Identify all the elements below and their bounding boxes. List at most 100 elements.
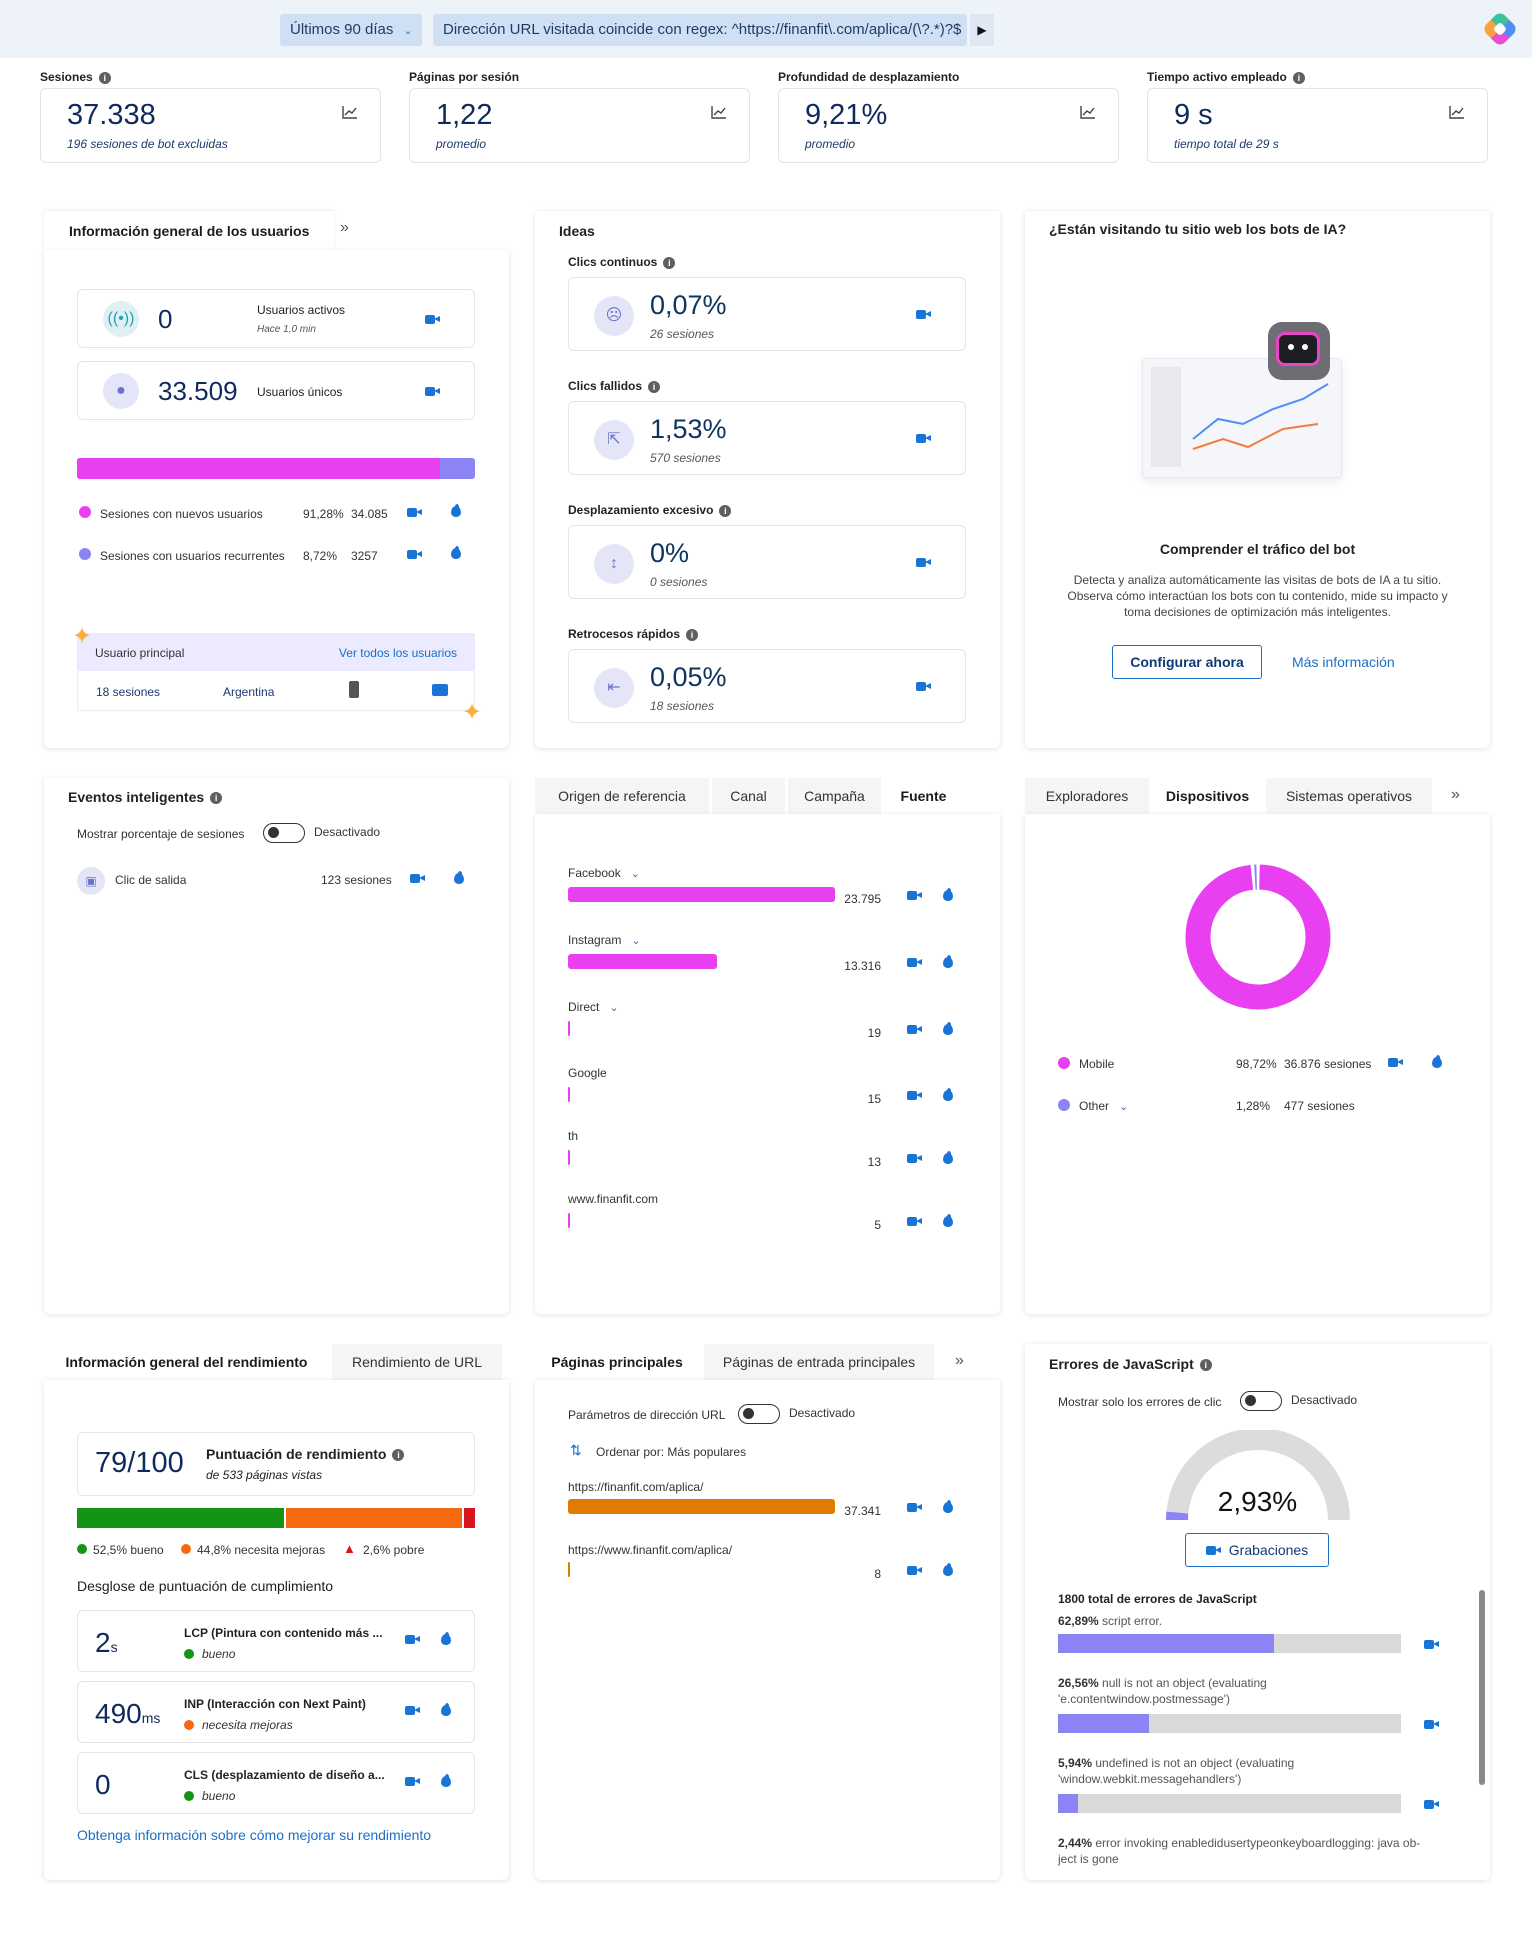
learn-more-link[interactable]: Más información — [1292, 654, 1395, 670]
tab-pages-0[interactable]: Páginas principales — [535, 1344, 699, 1380]
tab-performance-1[interactable]: Rendimiento de URL — [332, 1344, 502, 1380]
tab-users-overview[interactable]: Información general de los usuarios — [44, 211, 335, 251]
info-icon[interactable]: i — [392, 1449, 405, 1462]
heatmap-icon[interactable] — [942, 1088, 953, 1102]
heatmap-icon[interactable] — [450, 546, 461, 560]
metric-card[interactable]: 9 s tiempo total de 29 s — [1147, 88, 1488, 163]
double-chevron-right-icon[interactable]: » — [1451, 786, 1460, 804]
tab-referrer-1[interactable]: Canal — [712, 778, 785, 814]
recording-icon[interactable] — [1424, 1799, 1439, 1810]
heatmap-icon[interactable] — [942, 1022, 953, 1036]
recording-icon[interactable] — [407, 549, 422, 560]
active-users-card[interactable]: ((•)) 0 Usuarios activos Hace 1,0 min — [77, 289, 475, 348]
info-icon[interactable]: i — [1292, 71, 1305, 84]
metric-card[interactable]: 37.338 196 sesiones de bot excluidas — [40, 88, 381, 163]
recording-icon[interactable] — [916, 433, 931, 444]
tab-performance-0[interactable]: Información general del rendimiento — [44, 1344, 329, 1380]
recording-icon[interactable] — [1424, 1639, 1439, 1650]
trend-chart-icon[interactable] — [711, 105, 727, 119]
referrer-name[interactable]: Direct ⌄ — [568, 1000, 619, 1014]
chevron-down-icon[interactable]: ⌄ — [609, 1002, 618, 1014]
device-name[interactable]: Other ⌄ — [1079, 1099, 1128, 1113]
play-icon[interactable]: ▶ — [970, 14, 994, 46]
recording-icon[interactable] — [907, 1216, 922, 1227]
metric-card[interactable]: 9,21% promedio — [778, 88, 1119, 163]
recording-icon[interactable] — [907, 1024, 922, 1035]
trend-chart-icon[interactable] — [1449, 105, 1465, 119]
heatmap-icon[interactable] — [453, 871, 464, 885]
referrer-name[interactable]: Google — [568, 1066, 607, 1080]
idea-card[interactable]: ⇱ 1,53% 570 sesiones — [568, 401, 966, 475]
heatmap-icon[interactable] — [942, 1214, 953, 1228]
recording-icon[interactable] — [916, 309, 931, 320]
trend-chart-icon[interactable] — [342, 105, 358, 119]
recording-icon[interactable] — [405, 1776, 420, 1787]
info-icon[interactable]: i — [719, 504, 732, 517]
heatmap-icon[interactable] — [440, 1774, 451, 1788]
idea-card[interactable]: ↕ 0% 0 sesiones — [568, 525, 966, 599]
tab-device-0[interactable]: Exploradores — [1025, 778, 1149, 814]
tab-device-1[interactable]: Dispositivos — [1152, 778, 1263, 814]
error-message[interactable]: 62,89% script error. — [1058, 1614, 1478, 1629]
double-chevron-right-icon[interactable]: » — [340, 219, 349, 237]
click-errors-toggle[interactable] — [1240, 1391, 1282, 1411]
tab-device-2[interactable]: Sistemas operativos — [1266, 778, 1432, 814]
recording-icon[interactable] — [907, 1502, 922, 1513]
chevron-down-icon[interactable]: ⌄ — [631, 935, 640, 947]
recording-icon[interactable] — [405, 1705, 420, 1716]
info-icon[interactable]: i — [1199, 1359, 1212, 1372]
recording-icon[interactable] — [425, 314, 440, 325]
metric-card[interactable]: 1,22 promedio — [409, 88, 750, 163]
heatmap-icon[interactable] — [1431, 1055, 1442, 1069]
recording-icon[interactable] — [907, 957, 922, 968]
heatmap-icon[interactable] — [942, 1563, 953, 1577]
recording-icon[interactable] — [407, 507, 422, 518]
heatmap-icon[interactable] — [942, 1500, 953, 1514]
scrollbar[interactable] — [1479, 1590, 1485, 1785]
referrer-name[interactable]: Instagram ⌄ — [568, 933, 641, 947]
heatmap-icon[interactable] — [440, 1703, 451, 1717]
page-url[interactable]: https://finanfit.com/aplica/ — [568, 1480, 703, 1494]
vital-card[interactable]: 2s LCP (Pintura con contenido más ... bu… — [77, 1610, 475, 1672]
heatmap-icon[interactable] — [942, 1151, 953, 1165]
referrer-name[interactable]: Facebook ⌄ — [568, 866, 640, 880]
info-icon[interactable]: i — [648, 380, 661, 393]
see-all-users-link[interactable]: Ver todos los usuarios — [339, 646, 457, 660]
heatmap-icon[interactable] — [440, 1632, 451, 1646]
double-chevron-right-icon[interactable]: » — [955, 1352, 964, 1370]
id-card-icon[interactable] — [432, 684, 448, 696]
info-icon[interactable]: i — [210, 792, 223, 805]
referrer-name[interactable]: th — [568, 1129, 578, 1143]
error-message[interactable]: 2,44% error invoking enabledidusertypeon… — [1058, 1836, 1478, 1851]
info-icon[interactable]: i — [663, 256, 676, 269]
top-user-row[interactable]: 18 sesiones Argentina — [77, 671, 475, 711]
tab-referrer-0[interactable]: Origen de referencia — [535, 778, 709, 814]
sort-label[interactable]: Ordenar por: Más populares — [596, 1445, 746, 1459]
chevron-down-icon[interactable]: ⌄ — [1119, 1101, 1128, 1113]
info-icon[interactable]: i — [98, 71, 111, 84]
recording-icon[interactable] — [916, 557, 931, 568]
trend-chart-icon[interactable] — [1080, 105, 1096, 119]
recording-icon[interactable] — [405, 1634, 420, 1645]
copilot-logo-icon[interactable] — [1481, 10, 1519, 48]
recording-icon[interactable] — [425, 386, 440, 397]
recording-icon[interactable] — [1424, 1719, 1439, 1730]
tab-pages-1[interactable]: Páginas de entrada principales — [704, 1344, 934, 1380]
recording-icon[interactable] — [907, 1565, 922, 1576]
recording-icon[interactable] — [907, 890, 922, 901]
heatmap-icon[interactable] — [942, 955, 953, 969]
url-filter-chip[interactable]: Dirección URL visitada coincide con rege… — [433, 14, 967, 46]
error-message[interactable]: 26,56% null is not an object (evaluating — [1058, 1676, 1478, 1691]
date-range-filter[interactable]: Últimos 90 días ⌄ — [280, 14, 422, 46]
recording-icon[interactable] — [1388, 1057, 1403, 1068]
chevron-down-icon[interactable]: ⌄ — [631, 868, 640, 880]
page-url[interactable]: https://www.finanfit.com/aplica/ — [568, 1543, 732, 1557]
device-name[interactable]: Mobile — [1079, 1057, 1114, 1071]
unique-users-card[interactable]: ● 33.509 Usuarios únicos — [77, 361, 475, 420]
heatmap-icon[interactable] — [942, 888, 953, 902]
session-percent-toggle[interactable] — [263, 823, 305, 843]
idea-card[interactable]: ⇤ 0,05% 18 sesiones — [568, 649, 966, 723]
recording-icon[interactable] — [907, 1090, 922, 1101]
improve-performance-link[interactable]: Obtenga información sobre cómo mejorar s… — [77, 1827, 431, 1843]
recording-icon[interactable] — [916, 681, 931, 692]
